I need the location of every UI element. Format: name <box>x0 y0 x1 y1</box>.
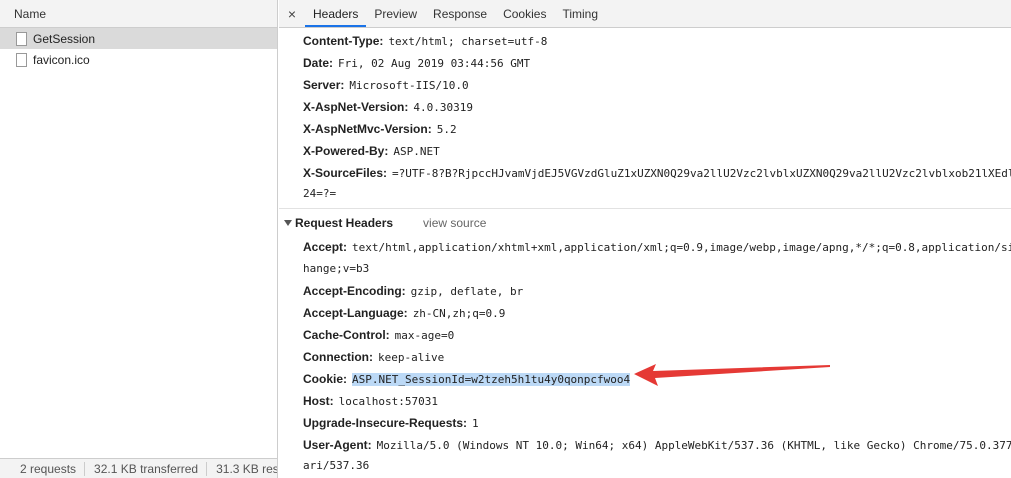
status-resources: 31.3 KB reso <box>207 462 277 476</box>
request-header-row: Cookie: ASP.NET_SessionId=w2tzeh5h1tu4y0q… <box>303 372 631 386</box>
header-value: zh-CN,zh;q=0.9 <box>412 307 506 320</box>
header-key: X-AspNet-Version: <box>303 100 409 114</box>
header-value: Fri, 02 Aug 2019 03:44:56 GMT <box>338 57 531 70</box>
header-key: X-SourceFiles: <box>303 166 388 180</box>
file-icon <box>16 52 27 67</box>
status-requests: 2 requests <box>0 461 86 476</box>
request-row-favicon[interactable]: favicon.ico <box>0 49 277 70</box>
header-value: Mozilla/5.0 (Windows NT 10.0; Win64; x64… <box>376 439 1011 452</box>
header-key: User-Agent: <box>303 438 372 452</box>
response-header-row: Content-Type: text/html; charset=utf-8 <box>303 34 547 48</box>
request-row-getsession[interactable]: GetSession <box>0 28 277 49</box>
red-arrow-annotation <box>634 364 830 386</box>
header-value: Microsoft-IIS/10.0 <box>349 79 469 92</box>
name-column-header[interactable]: Name <box>0 0 277 28</box>
details-tabbar: × Headers Preview Response Cookies Timin… <box>279 0 1011 28</box>
header-key: X-Powered-By: <box>303 144 389 158</box>
view-source-link[interactable]: view source <box>423 216 486 230</box>
header-key: Accept-Encoding: <box>303 284 406 298</box>
header-value: max-age=0 <box>394 329 455 342</box>
request-header-row: Upgrade-Insecure-Requests: 1 <box>303 416 479 430</box>
request-list-panel: Name GetSession favicon.ico 2 requests 3… <box>0 0 278 478</box>
response-header-row: Date: Fri, 02 Aug 2019 03:44:56 GMT <box>303 56 530 70</box>
arrow-shape <box>634 364 830 386</box>
header-value-continuation: ari/537.36 <box>303 459 370 472</box>
response-header-row: X-SourceFiles: =?UTF-8?B?RjpccHJvamVjdEJ5… <box>303 166 1011 180</box>
file-icon <box>16 31 27 46</box>
header-key: Date: <box>303 56 334 70</box>
header-key: Upgrade-Insecure-Requests: <box>303 416 468 430</box>
tab-response[interactable]: Response <box>425 0 495 27</box>
section-title: Request Headers <box>295 216 394 230</box>
header-key: Accept-Language: <box>303 306 408 320</box>
header-value: 1 <box>472 417 479 430</box>
request-headers-section[interactable]: Request Headers view source <box>284 216 486 230</box>
header-key: Cookie: <box>303 372 348 386</box>
header-key: Host: <box>303 394 334 408</box>
header-key: Server: <box>303 78 345 92</box>
header-key: Cache-Control: <box>303 328 390 342</box>
header-key: Content-Type: <box>303 34 384 48</box>
header-value: 5.2 <box>436 123 457 136</box>
response-header-row: X-Powered-By: ASP.NET <box>303 144 440 158</box>
header-key: Connection: <box>303 350 373 364</box>
status-bar: 2 requests 32.1 KB transferred 31.3 KB r… <box>0 458 277 478</box>
header-key: X-AspNetMvc-Version: <box>303 122 432 136</box>
request-header-row: User-Agent: Mozilla/5.0 (Windows NT 10.0;… <box>303 438 1011 452</box>
header-value: gzip, deflate, br <box>410 285 524 298</box>
close-icon[interactable]: × <box>279 0 305 27</box>
request-header-row: Cache-Control: max-age=0 <box>303 328 454 342</box>
tab-timing[interactable]: Timing <box>554 0 606 27</box>
request-name: favicon.ico <box>33 52 90 67</box>
header-value: text/html,application/xhtml+xml,applicat… <box>352 241 1011 254</box>
header-value: =?UTF-8?B?RjpccHJvamVjdEJ5VGVzdGluZ1xUZX… <box>392 167 1011 180</box>
header-value: text/html; charset=utf-8 <box>388 35 548 48</box>
header-key: Accept: <box>303 240 348 254</box>
request-header-row: Accept-Language: zh-CN,zh;q=0.9 <box>303 306 505 320</box>
response-header-row: Server: Microsoft-IIS/10.0 <box>303 78 469 92</box>
request-name: GetSession <box>33 31 96 46</box>
section-divider <box>279 208 1011 209</box>
response-header-row: X-AspNetMvc-Version: 5.2 <box>303 122 457 136</box>
collapse-triangle-icon[interactable] <box>284 220 292 226</box>
request-header-row: Accept-Encoding: gzip, deflate, br <box>303 284 523 298</box>
status-transferred: 32.1 KB transferred <box>85 461 208 476</box>
tab-headers[interactable]: Headers <box>305 0 367 27</box>
header-value-continuation: 24=?= <box>303 187 337 200</box>
header-value-continuation: hange;v=b3 <box>303 262 370 275</box>
header-value: localhost:57031 <box>338 395 439 408</box>
tab-preview[interactable]: Preview <box>366 0 425 27</box>
header-value: keep-alive <box>378 351 445 364</box>
request-header-row: Connection: keep-alive <box>303 350 444 364</box>
cookie-value-highlighted[interactable]: ASP.NET_SessionId=w2tzeh5h1tu4y0qonpcfwo… <box>352 373 631 386</box>
response-header-row: X-AspNet-Version: 4.0.30319 <box>303 100 473 114</box>
request-header-row: Accept: text/html,application/xhtml+xml,a… <box>303 240 1011 254</box>
tab-cookies[interactable]: Cookies <box>495 0 554 27</box>
header-value: 4.0.30319 <box>413 101 473 114</box>
request-header-row: Host: localhost:57031 <box>303 394 438 408</box>
header-value: ASP.NET <box>393 145 440 158</box>
details-panel: × Headers Preview Response Cookies Timin… <box>279 0 1011 478</box>
